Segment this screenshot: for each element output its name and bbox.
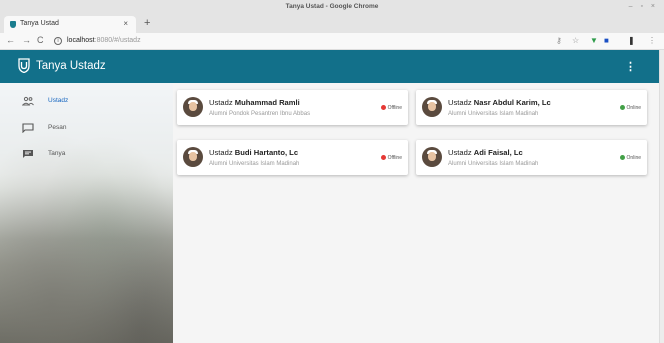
sidebar-item-pesan[interactable]: Pesan xyxy=(0,117,173,141)
back-icon[interactable]: ← xyxy=(6,35,15,45)
status-badge: Offline xyxy=(380,155,402,161)
ustadz-affiliation: Alumni Universitas Islam Madinah xyxy=(448,111,539,117)
sidebar: Ustadz Pesan Tanya xyxy=(0,83,173,343)
window-titlebar: Tanya Ustad - Google Chrome – ▫ × xyxy=(0,0,664,16)
avatar xyxy=(183,97,203,117)
bookmark-star-icon[interactable]: ☆ xyxy=(572,36,579,45)
browser-tab[interactable]: Tanya Ustad × xyxy=(4,16,136,33)
status-dot-icon xyxy=(380,155,386,160)
status-badge: Online xyxy=(619,105,641,111)
window-controls[interactable]: – ▫ × xyxy=(629,3,658,10)
sidebar-item-ustadz[interactable]: Ustadz xyxy=(0,90,173,114)
scrollbar[interactable] xyxy=(659,50,664,343)
avatar xyxy=(422,97,442,117)
ustadz-affiliation: Alumni Pondok Pesantren Ibnu Abbas xyxy=(209,111,311,117)
app-header: Tanya Ustadz ⋮ xyxy=(0,50,664,83)
url-path: :8080/#/ustadz xyxy=(94,37,141,44)
shield-logo-icon xyxy=(18,58,30,73)
ustadz-name: Ustadz Nasr Abdul Karim, Lc xyxy=(448,98,551,107)
ustadz-affiliation: Alumni Universitas Islam Madinah xyxy=(448,161,539,167)
chat-bubble-filled-icon xyxy=(23,150,33,158)
status-dot-icon xyxy=(619,155,625,160)
favicon-icon xyxy=(10,21,16,28)
ustadz-name: Ustadz Budi Hartanto, Lc xyxy=(209,148,299,157)
reload-icon[interactable]: C xyxy=(37,35,44,45)
browser-toolbar: ← → C i localhost:8080/#/ustadz ⚷ ☆ ▼ ■ … xyxy=(0,33,664,50)
app-title: Tanya Ustadz xyxy=(36,60,106,72)
ustadz-card[interactable]: Ustadz Budi Hartanto, Lc Alumni Universi… xyxy=(177,140,408,175)
key-icon[interactable]: ⚷ xyxy=(556,36,562,45)
sidebar-item-label: Pesan xyxy=(48,124,67,131)
new-tab-icon[interactable]: + xyxy=(144,17,150,29)
url-host: localhost xyxy=(67,37,95,44)
sidebar-item-label: Ustadz xyxy=(48,97,69,104)
profile-extension-icon[interactable]: ❚ xyxy=(628,36,635,45)
status-badge: Online xyxy=(619,155,641,161)
tab-title: Tanya Ustad xyxy=(20,20,59,27)
chat-bubble-outline-icon xyxy=(22,123,34,133)
forward-icon[interactable]: → xyxy=(22,35,31,45)
site-info-icon[interactable]: i xyxy=(54,37,62,45)
status-dot-icon xyxy=(619,105,625,110)
vue-extension-icon[interactable]: ▼ xyxy=(590,36,598,45)
status-dot-icon xyxy=(380,105,386,110)
ustadz-affiliation: Alumni Universitas Islam Madinah xyxy=(209,161,300,167)
extension-icon[interactable]: ■ xyxy=(604,36,609,45)
ustadz-card[interactable]: Ustadz Nasr Abdul Karim, Lc Alumni Unive… xyxy=(416,90,647,125)
more-vert-icon[interactable]: ⋮ xyxy=(625,60,636,73)
browser-window: Tanya Ustad - Google Chrome – ▫ × Tanya … xyxy=(0,0,664,343)
avatar xyxy=(422,147,442,167)
ustadz-card[interactable]: Ustadz Adi Faisal, Lc Alumni Universitas… xyxy=(416,140,647,175)
sidebar-item-tanya[interactable]: Tanya xyxy=(0,143,173,167)
chrome-menu-icon[interactable]: ⋮ xyxy=(648,36,656,45)
ustadz-card[interactable]: Ustadz Muhammad Ramli Alumni Pondok Pesa… xyxy=(177,90,408,125)
status-badge: Offline xyxy=(380,105,402,111)
sidebar-item-label: Tanya xyxy=(48,150,66,157)
address-bar[interactable]: localhost:8080/#/ustadz xyxy=(67,37,141,44)
avatar xyxy=(183,147,203,167)
tab-close-icon[interactable]: × xyxy=(123,19,128,28)
window-title: Tanya Ustad - Google Chrome xyxy=(285,3,379,10)
people-icon xyxy=(22,96,34,106)
ustadz-name: Ustadz Muhammad Ramli xyxy=(209,98,300,107)
ustadz-name: Ustadz Adi Faisal, Lc xyxy=(448,148,523,157)
